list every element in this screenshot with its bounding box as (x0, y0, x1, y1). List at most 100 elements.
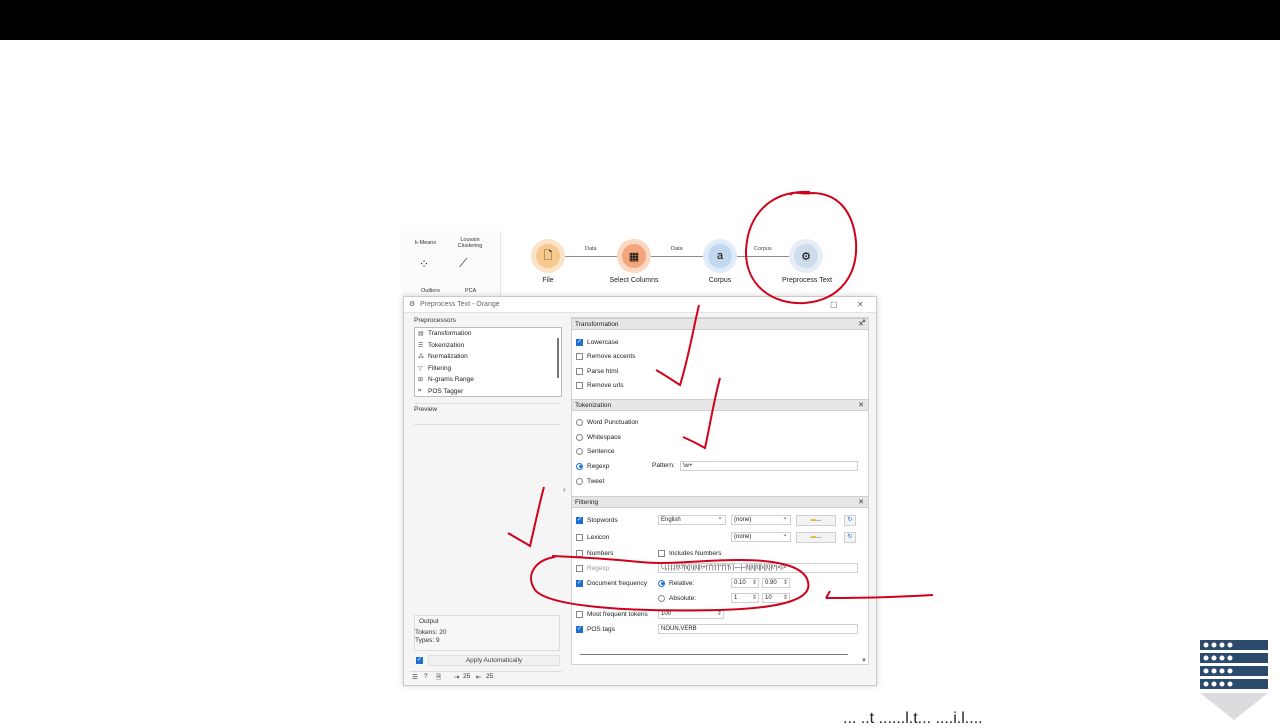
lexicon-browse-button[interactable]: ▬... (796, 532, 836, 543)
dots-icon[interactable]: ⁘ (419, 257, 429, 271)
gears-icon: ⚙ (794, 244, 818, 268)
tokenization-title: Tokenization (575, 402, 612, 409)
relative-radio[interactable] (658, 579, 665, 587)
absolute-min-spinbox[interactable]: 1 (731, 593, 759, 603)
stopwords-checkbox[interactable] (576, 516, 583, 524)
reload-icon[interactable]: ↻ (844, 532, 856, 543)
dialog-titlebar[interactable]: ⚙ Preprocess Text - Orange ▢ ✕ (404, 297, 876, 313)
stopwords-language-select[interactable]: English (658, 514, 726, 525)
preprocessor-item-pos-tagger[interactable]: ⌗ POS Tagger (415, 386, 561, 398)
node-select-columns[interactable]: ▦ (617, 239, 651, 273)
most-frequent-spinbox[interactable]: 100 (658, 609, 724, 619)
word-punct-radio[interactable] (576, 418, 583, 426)
parse-html-option[interactable]: Parse html (576, 365, 618, 377)
list-scrollbar[interactable] (557, 338, 559, 378)
tokenization-panel: Tokenization ✕ Word Punctuation Whitespa… (572, 399, 868, 493)
absolute-max-spinbox[interactable]: 10 (762, 593, 790, 603)
node-corpus[interactable]: a (703, 239, 737, 273)
scroll-down-icon[interactable]: ▼ (861, 658, 867, 664)
widget-label-louvain: Louvain Clustering (457, 237, 483, 249)
document-frequency-option[interactable]: Document frequency (576, 577, 647, 589)
transformation-panel: Transformation ✕ Lowercase Remove accent… (572, 318, 868, 396)
absolute-label: Absolute: (669, 594, 697, 602)
lowercase-option[interactable]: Lowercase (576, 336, 618, 348)
regexp-option[interactable]: Regexp (576, 460, 609, 472)
horizontal-scrollbar[interactable] (580, 654, 848, 655)
preprocessor-item-tokenization[interactable]: ☰ Tokenization (415, 340, 561, 352)
regexp-radio[interactable] (576, 462, 583, 470)
pos-tags-option[interactable]: POS tags (576, 623, 615, 635)
preprocessor-item-filtering[interactable]: ▽ Filtering (415, 363, 561, 375)
remove-accents-option[interactable]: Remove accents (576, 350, 635, 362)
absolute-option[interactable]: Absolute: (658, 592, 696, 604)
apply-row: Apply Automatically (414, 655, 560, 667)
tokens-count: Tokens: 20 (415, 629, 447, 636)
numbers-option[interactable]: Numbers (576, 547, 613, 559)
preprocessor-item-normalization[interactable]: ⁂ Normalization (415, 351, 561, 363)
includes-numbers-checkbox[interactable] (658, 549, 665, 557)
node-label-select-columns: Select Columns (609, 277, 659, 284)
expand-arrow-icon[interactable]: › (563, 485, 566, 494)
pattern-input[interactable]: \w+ (680, 461, 858, 471)
close-icon[interactable]: ✕ (858, 400, 864, 411)
includes-numbers-option[interactable]: Includes Numbers (658, 547, 721, 559)
tweet-radio[interactable] (576, 477, 583, 485)
tokenization-header: Tokenization ✕ (572, 399, 868, 411)
sentence-radio[interactable] (576, 447, 583, 455)
relative-max-spinbox[interactable]: 0.90 (762, 578, 790, 588)
sentence-option[interactable]: Sentence (576, 445, 614, 457)
select-columns-icon: ▦ (622, 244, 646, 268)
apply-automatically-button[interactable]: Apply Automatically (428, 655, 560, 666)
preprocessor-item-ngrams[interactable]: ⊞ N-grams Range (415, 374, 561, 386)
reload-icon[interactable]: ↻ (844, 515, 856, 526)
numbers-checkbox[interactable] (576, 549, 583, 557)
preprocessor-label: POS Tagger (428, 387, 464, 395)
remove-accents-checkbox[interactable] (576, 352, 583, 360)
maximize-icon[interactable]: ▢ (830, 300, 838, 309)
preprocessor-label: N-grams Range (428, 376, 474, 384)
lexicon-option[interactable]: Lexicon (576, 531, 609, 543)
regexp-filter-input[interactable]: \.|,|:|;|!|\?|\(|\)|\||\+|'|"|‘|’|“|”|'|… (658, 563, 858, 573)
lexicon-file-select[interactable]: (none) (731, 531, 791, 542)
link-label: Corpus (754, 246, 772, 252)
lexicon-checkbox[interactable] (576, 533, 583, 541)
most-frequent-option[interactable]: Most frequent tokens (576, 608, 648, 620)
node-file[interactable]: 🗋 (531, 239, 565, 273)
menu-icon[interactable]: ☰ (412, 673, 418, 681)
pos-tags-input[interactable]: NOUN,VERB (658, 624, 858, 634)
document-frequency-checkbox[interactable] (576, 579, 583, 587)
regexp-filter-checkbox[interactable] (576, 564, 583, 572)
pos-tags-checkbox[interactable] (576, 625, 583, 633)
most-frequent-checkbox[interactable] (576, 610, 583, 618)
scroll-up-icon[interactable]: ▲ (861, 318, 867, 324)
stopwords-file-select[interactable]: (none) (731, 514, 791, 525)
relative-min-spinbox[interactable]: 0.10 (731, 578, 759, 588)
absolute-radio[interactable] (658, 594, 665, 602)
transformation-icon: ▤ (418, 331, 424, 338)
preprocessor-item-transformation[interactable]: ▤ Transformation (415, 328, 561, 340)
status-bar: ☰ ? 🗎 ⇥ 25 ⇤ 25 (410, 671, 562, 683)
graph-icon[interactable]: ⟋ (459, 256, 467, 271)
regexp-filter-label: Regexp (587, 564, 610, 572)
parse-html-label: Parse html (587, 367, 619, 375)
regexp-filter-option[interactable]: Regexp (576, 562, 609, 574)
parse-html-checkbox[interactable] (576, 367, 583, 375)
close-icon[interactable]: ✕ (857, 300, 864, 309)
stopwords-option[interactable]: Stopwords (576, 514, 618, 526)
remove-urls-option[interactable]: Remove urls (576, 379, 623, 391)
help-icon[interactable]: ? (424, 673, 428, 680)
apply-auto-checkbox[interactable] (416, 656, 423, 664)
link-label: Data (671, 246, 683, 252)
whitespace-radio[interactable] (576, 433, 583, 441)
stopwords-browse-button[interactable]: ▬... (796, 515, 836, 526)
remove-urls-checkbox[interactable] (576, 381, 583, 389)
lowercase-checkbox[interactable] (576, 338, 583, 346)
word-punct-option[interactable]: Word Punctuation (576, 416, 639, 428)
tweet-option[interactable]: Tweet (576, 475, 604, 487)
report-icon[interactable]: 🗎 (436, 673, 441, 684)
whitespace-option[interactable]: Whitespace (576, 431, 621, 443)
preprocessor-label: Normalization (428, 353, 468, 361)
close-icon[interactable]: ✕ (858, 497, 864, 508)
node-preprocess-text[interactable]: ⚙ (789, 239, 823, 273)
relative-option[interactable]: Relative: (658, 577, 694, 589)
